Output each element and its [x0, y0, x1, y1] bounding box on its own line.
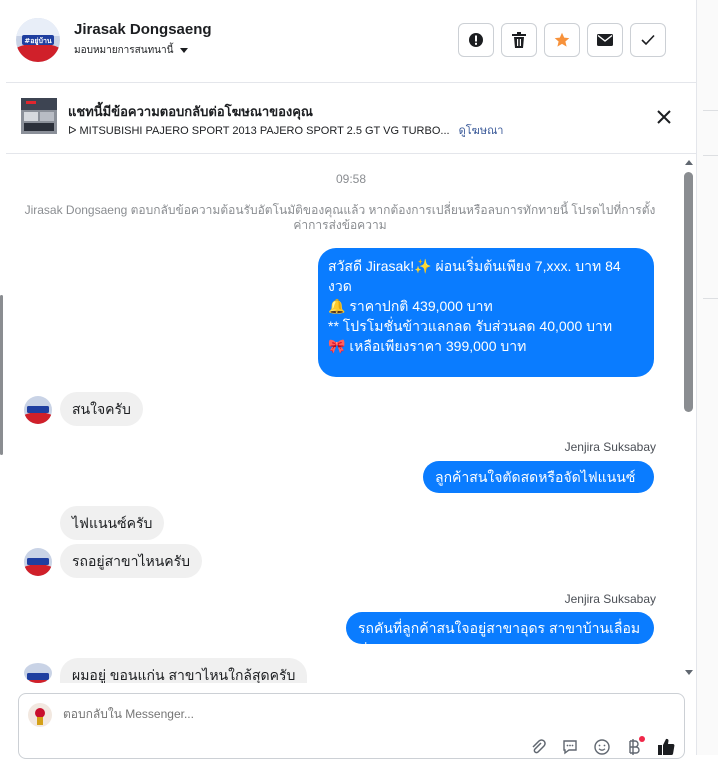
contact-avatar-small[interactable]: [24, 548, 52, 576]
left-scroll-indicator: [0, 295, 3, 455]
divider: [703, 298, 718, 299]
chat-bubble-icon: [563, 740, 577, 755]
assign-label: มอบหมายการสนทนานี้: [74, 45, 174, 56]
mark-unread-button[interactable]: [587, 23, 623, 57]
sender-name: Jenjira Suksabay: [564, 440, 656, 454]
conversation-pane: #อยู่บ้าน Jirasak Dongsaeng มอบหมายการสน…: [6, 0, 697, 759]
baht-icon: [629, 739, 640, 755]
assign-conversation-dropdown[interactable]: มอบหมายการสนทนานี้: [74, 43, 189, 58]
smiley-icon: [594, 739, 610, 755]
incoming-message[interactable]: สนใจครับ: [60, 392, 143, 426]
welcome-line: 🔔 ราคาปกติ 439,000 บาท: [328, 298, 493, 314]
welcome-line: [328, 356, 644, 374]
scroll-up-arrow[interactable]: [685, 160, 693, 165]
alert-icon: [469, 33, 483, 47]
welcome-line: รหัสรถ : C123: [328, 376, 415, 392]
contact-avatar[interactable]: #อยู่บ้าน: [16, 18, 60, 62]
scrollbar-thumb[interactable]: [684, 172, 693, 412]
sender-name: Jenjira Suksabay: [564, 592, 656, 606]
scroll-down-arrow[interactable]: [685, 670, 693, 675]
incoming-message[interactable]: รถอยู่สาขาไหนครับ: [60, 544, 203, 578]
ad-listing-text: ᐅ MITSUBISHI PAJERO SPORT 2013 PAJERO SP…: [68, 125, 450, 137]
caret-down-icon: [180, 48, 189, 53]
close-banner-button[interactable]: [654, 107, 674, 127]
contact-avatar-small[interactable]: [24, 663, 52, 683]
incoming-message[interactable]: ไฟแนนซ์ครับ: [60, 506, 165, 540]
report-button[interactable]: [458, 23, 494, 57]
page-avatar: [28, 703, 52, 727]
reply-input[interactable]: [63, 707, 463, 721]
envelope-icon: [597, 34, 613, 46]
view-ad-link[interactable]: ดูโฆษณา: [459, 125, 504, 137]
trash-icon: [512, 32, 526, 48]
ad-banner-subtitle: ᐅ MITSUBISHI PAJERO SPORT 2013 PAJERO SP…: [68, 121, 503, 139]
message-timestamp: 09:58: [335, 172, 367, 186]
outgoing-message[interactable]: รถคันที่ลูกค้าสนใจอยู่สาขาอุดร สาขาบ้านเ…: [346, 612, 654, 656]
welcome-line: สวัสดี Jirasak!✨ ผ่อนเริ่มต้นเพียง 7,xxx…: [328, 258, 621, 294]
conversation-header: #อยู่บ้าน Jirasak Dongsaeng มอบหมายการสน…: [6, 0, 696, 83]
incoming-message[interactable]: ผมอยู่ ขอนแก่น สาขาไหนใกล้สุดครับ: [60, 658, 308, 683]
paperclip-icon: [532, 739, 546, 754]
right-panel-edge: [697, 0, 718, 755]
header-actions: [458, 23, 666, 57]
star-button[interactable]: [544, 23, 580, 57]
message-composer: [18, 693, 685, 759]
star-icon: [554, 32, 570, 47]
system-note: Jirasak Dongsaeng ตอบกลับข้อความต้อนรับอ…: [24, 203, 656, 232]
check-icon: [641, 34, 655, 46]
ad-banner-title: แชทนี้มีข้อความตอบกลับต่อโฆษณาของคุณ: [68, 104, 313, 119]
welcome-line: 🎀 เหลือเพียงราคา 399,000 บาท: [328, 338, 527, 354]
svg-text:#อยู่บ้าน: #อยู่บ้าน: [24, 36, 52, 46]
thumbs-up-icon: [658, 738, 675, 756]
ad-reply-banner: แชทนี้มีข้อความตอบกลับต่อโฆษณาของคุณ ᐅ M…: [6, 83, 696, 154]
contact-name[interactable]: Jirasak Dongsaeng: [74, 21, 212, 38]
delete-button[interactable]: [501, 23, 537, 57]
welcome-message-bubble[interactable]: สวัสดี Jirasak!✨ ผ่อนเริ่มต้นเพียง 7,xxx…: [318, 248, 654, 392]
outgoing-message[interactable]: ลูกค้าสนใจตัดสดหรือจัดไฟแนนซ์คะ: [423, 461, 654, 505]
contact-avatar-small[interactable]: [24, 396, 52, 424]
ad-thumbnail[interactable]: [21, 98, 57, 134]
notification-dot: [639, 736, 645, 742]
divider: [703, 155, 718, 156]
close-icon: [657, 110, 671, 124]
divider: [703, 110, 718, 111]
mark-done-button[interactable]: [630, 23, 666, 57]
welcome-line: ** โปรโมชั่นข้าวแลกลด รับส่วนลด 40,000 บ…: [328, 318, 613, 334]
